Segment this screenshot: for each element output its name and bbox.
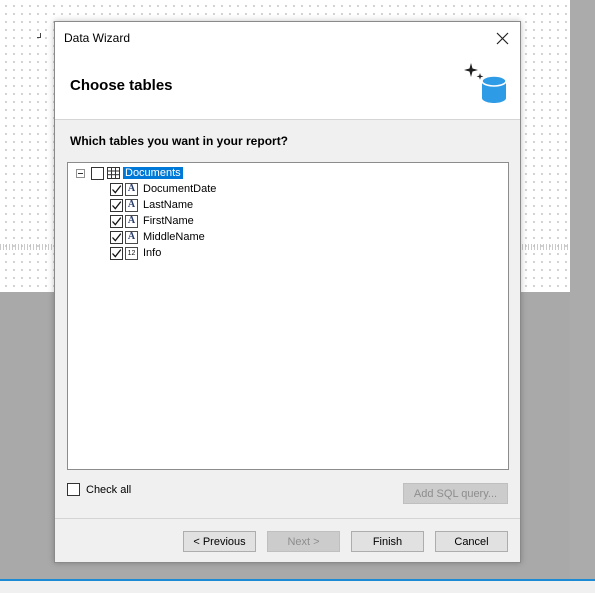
field-label[interactable]: DocumentDate <box>143 183 216 195</box>
tree-field-item[interactable]: 12 Info <box>110 245 161 261</box>
dialog-titlebar: Data Wizard <box>55 22 520 53</box>
wizard-header: Choose tables <box>55 53 520 120</box>
number-field-icon: 12 <box>125 246 138 260</box>
field-checkbox[interactable] <box>110 214 123 228</box>
dialog-title: Data Wizard <box>64 31 131 45</box>
tree-field-item[interactable]: A FirstName <box>110 213 194 229</box>
finish-button[interactable]: Finish <box>351 531 424 552</box>
tree-field-item[interactable]: A DocumentDate <box>110 181 216 197</box>
field-label[interactable]: Info <box>143 247 161 259</box>
workspace-right-strip <box>570 0 595 593</box>
close-button[interactable] <box>490 26 514 50</box>
next-button[interactable]: Next > <box>267 531 340 552</box>
collapse-toggle-icon[interactable] <box>76 168 85 178</box>
page-title: Choose tables <box>70 77 173 94</box>
checkmark-icon <box>112 216 122 226</box>
tree-field-item[interactable]: A MiddleName <box>110 229 205 245</box>
checkmark-icon <box>112 200 122 210</box>
tree-node-documents[interactable]: Documents <box>76 165 183 181</box>
field-checkbox[interactable] <box>110 182 123 196</box>
tree-field-item[interactable]: A LastName <box>110 197 193 213</box>
tables-question: Which tables you want in your report? <box>70 134 289 148</box>
field-label[interactable]: FirstName <box>143 215 194 227</box>
field-checkbox[interactable] <box>110 230 123 244</box>
close-icon <box>496 32 508 44</box>
tree-node-label[interactable]: Documents <box>123 167 183 179</box>
tables-tree[interactable]: Documents A DocumentDate A LastName A Fi… <box>67 162 509 470</box>
field-label[interactable]: LastName <box>143 199 193 211</box>
page-margin-marker <box>37 33 41 38</box>
field-checkbox[interactable] <box>110 246 123 260</box>
field-checkbox[interactable] <box>110 198 123 212</box>
check-all-control[interactable]: Check all <box>67 483 131 496</box>
text-field-icon: A <box>125 182 138 196</box>
previous-button[interactable]: < Previous <box>183 531 256 552</box>
status-bar <box>0 581 595 593</box>
database-sparkle-icon <box>464 63 507 103</box>
footer-separator <box>55 518 520 519</box>
text-field-icon: A <box>125 198 138 212</box>
check-all-checkbox[interactable] <box>67 483 80 496</box>
text-field-icon: A <box>125 230 138 244</box>
check-all-label[interactable]: Check all <box>86 484 131 496</box>
field-label[interactable]: MiddleName <box>143 231 205 243</box>
data-wizard-dialog: Data Wizard Choose tables Which tables y… <box>54 21 521 563</box>
documents-checkbox[interactable] <box>91 166 104 180</box>
table-icon <box>107 167 120 179</box>
checkmark-icon <box>112 248 122 258</box>
checkmark-icon <box>112 232 122 242</box>
add-sql-query-button[interactable]: Add SQL query... <box>403 483 508 504</box>
cancel-button[interactable]: Cancel <box>435 531 508 552</box>
text-field-icon: A <box>125 214 138 228</box>
checkmark-icon <box>112 184 122 194</box>
